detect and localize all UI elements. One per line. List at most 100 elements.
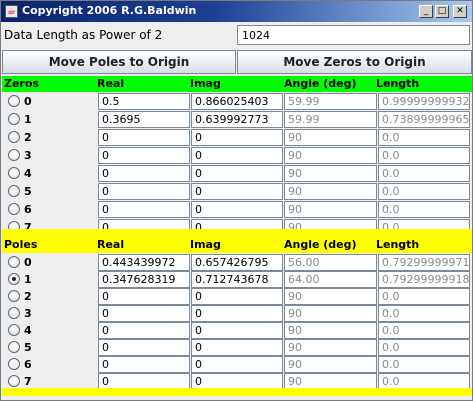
poles-imag-field[interactable]: 0.712743678: [191, 271, 283, 288]
poles-row: 1 0.347628319 0.712743678 64.00 0.7929999991…: [2, 271, 472, 288]
poles-real-field[interactable]: 0: [98, 339, 190, 356]
poles-real-field[interactable]: 0: [98, 305, 190, 322]
zeros-real-field[interactable]: 0: [98, 201, 190, 218]
zeros-imag-field[interactable]: 0: [191, 165, 283, 182]
zeros-real-field[interactable]: 0: [98, 147, 190, 164]
zeros-radio-button[interactable]: [8, 149, 20, 161]
zeros-imag-field[interactable]: 0: [191, 183, 283, 200]
poles-footer-strip: [2, 388, 472, 396]
zeros-radio-button[interactable]: [8, 95, 20, 107]
poles-index-label[interactable]: 3: [24, 307, 32, 320]
zeros-length-field: 0.0: [378, 165, 470, 182]
zeros-imag-field[interactable]: 0: [191, 201, 283, 218]
poles-radio-button[interactable]: [8, 307, 20, 319]
poles-imag-field[interactable]: 0: [191, 322, 283, 339]
zeros-imag-field[interactable]: 0: [191, 129, 283, 146]
zeros-real-field[interactable]: 0: [98, 129, 190, 146]
zeros-length-header: Length: [376, 77, 420, 90]
zeros-length-field: 0.0: [378, 129, 470, 146]
zeros-real-field[interactable]: 0: [98, 183, 190, 200]
poles-imag-field[interactable]: 0: [191, 356, 283, 373]
poles-index-label[interactable]: 2: [24, 290, 32, 303]
poles-radio-button[interactable]: [8, 290, 20, 302]
data-length-input[interactable]: [237, 25, 470, 45]
poles-separator: [2, 229, 472, 237]
minimize-button[interactable]: _: [419, 5, 433, 18]
poles-index-label[interactable]: 0: [24, 256, 32, 269]
poles-length-field: 0.0: [378, 305, 470, 322]
poles-length-field: 0.0: [378, 322, 470, 339]
poles-imag-field[interactable]: 0: [191, 288, 283, 305]
poles-angle-field: 90: [284, 305, 377, 322]
zeros-index-label[interactable]: 0: [24, 95, 32, 108]
poles-row: 4 0 0 90 0.0: [2, 322, 472, 339]
poles-row: 3 0 0 90 0.0: [2, 305, 472, 322]
poles-angle-field: 90: [284, 356, 377, 373]
zeros-length-field: 0.73899999965: [378, 111, 470, 128]
poles-real-field[interactable]: 0.347628319: [98, 271, 190, 288]
zeros-real-field[interactable]: 0.5: [98, 93, 190, 110]
poles-real-field[interactable]: 0: [98, 322, 190, 339]
poles-real-field[interactable]: 0: [98, 356, 190, 373]
move-poles-button[interactable]: Move Poles to Origin: [2, 50, 236, 74]
poles-index-label[interactable]: 5: [24, 341, 32, 354]
zeros-radio-button[interactable]: [8, 167, 20, 179]
zeros-length-field: 0.0: [378, 147, 470, 164]
poles-imag-field[interactable]: 0: [191, 305, 283, 322]
zeros-length-field: 0.0: [378, 201, 470, 218]
zeros-angle-header: Angle (deg): [284, 77, 357, 90]
zeros-angle-field: 90: [284, 201, 377, 218]
zeros-real-field[interactable]: 0: [98, 165, 190, 182]
poles-radio-button[interactable]: [8, 341, 20, 353]
poles-index-label[interactable]: 4: [24, 324, 32, 337]
poles-radio-button[interactable]: [8, 358, 20, 370]
poles-angle-field: 90: [284, 322, 377, 339]
zeros-real-field[interactable]: 0.3695: [98, 111, 190, 128]
poles-radio-button[interactable]: [8, 256, 20, 268]
poles-radio-button[interactable]: [8, 324, 20, 336]
title-bar[interactable]: ☕ Copyright 2006 R.G.Baldwin _ □ ✕: [1, 1, 472, 22]
zeros-angle-field: 90: [284, 165, 377, 182]
poles-length-field: 0.0: [378, 288, 470, 305]
zeros-index-label[interactable]: 2: [24, 131, 32, 144]
zeros-radio-button[interactable]: [8, 185, 20, 197]
poles-index-label[interactable]: 6: [24, 358, 32, 371]
java-cup-icon[interactable]: ☕: [5, 5, 18, 18]
poles-angle-field: 56.00: [284, 254, 377, 271]
app-window: ☕ Copyright 2006 R.G.Baldwin _ □ ✕ Data …: [0, 0, 473, 401]
zeros-radio-button[interactable]: [8, 113, 20, 125]
close-button[interactable]: ✕: [453, 5, 467, 18]
zeros-index-label[interactable]: 3: [24, 149, 32, 162]
zeros-angle-field: 90: [284, 183, 377, 200]
poles-real-field[interactable]: 0: [98, 288, 190, 305]
poles-length-header: Length: [376, 238, 420, 251]
zeros-imag-field[interactable]: 0: [191, 147, 283, 164]
zeros-index-label[interactable]: 4: [24, 167, 32, 180]
zeros-index-label[interactable]: 5: [24, 185, 32, 198]
poles-radio-button[interactable]: [8, 375, 20, 387]
zeros-angle-field: 90: [284, 129, 377, 146]
poles-index-label[interactable]: 7: [24, 375, 32, 388]
poles-length-field: 0.79299999918: [378, 271, 470, 288]
poles-index-label[interactable]: 1: [24, 273, 32, 286]
poles-imag-field[interactable]: 0.657426795: [191, 254, 283, 271]
poles-imag-header: Imag: [190, 238, 221, 251]
zeros-imag-header: Imag: [190, 77, 221, 90]
zeros-row: 5 0 0 90 0.0: [2, 183, 472, 200]
zeros-imag-field[interactable]: 0.639992773: [191, 111, 283, 128]
zeros-radio-button[interactable]: [8, 131, 20, 143]
zeros-radio-button[interactable]: [8, 203, 20, 215]
maximize-button[interactable]: □: [435, 5, 449, 18]
move-zeros-button[interactable]: Move Zeros to Origin: [237, 50, 472, 74]
poles-header: Poles Real Imag Angle (deg) Length: [2, 237, 472, 253]
poles-row: 2 0 0 90 0.0: [2, 288, 472, 305]
zeros-row: 1 0.3695 0.639992773 59.99 0.73899999965: [2, 111, 472, 128]
poles-length-field: 0.79299999971: [378, 254, 470, 271]
zeros-imag-field[interactable]: 0.866025403: [191, 93, 283, 110]
zeros-index-label[interactable]: 1: [24, 113, 32, 126]
poles-radio-button[interactable]: [8, 273, 20, 285]
poles-imag-field[interactable]: 0: [191, 339, 283, 356]
zeros-angle-field: 59.99: [284, 93, 377, 110]
zeros-index-label[interactable]: 6: [24, 203, 32, 216]
poles-real-field[interactable]: 0.443439972: [98, 254, 190, 271]
